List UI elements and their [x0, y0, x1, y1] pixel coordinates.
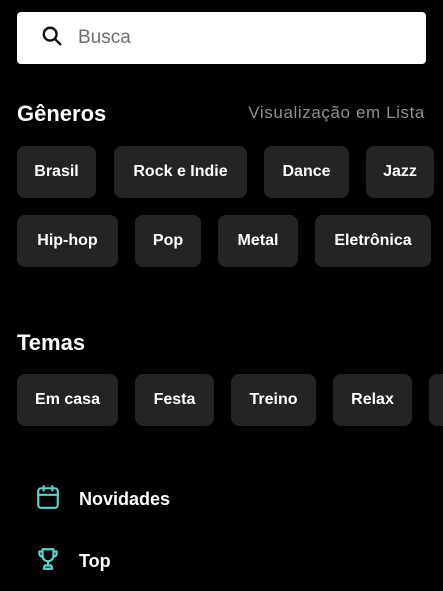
theme-chip-partial[interactable] [429, 374, 443, 426]
genre-chip-hip-hop[interactable]: Hip-hop [17, 215, 118, 267]
genre-chip-metal[interactable]: Metal [218, 215, 298, 267]
theme-chip-festa[interactable]: Festa [135, 374, 214, 426]
search-icon [41, 25, 63, 52]
search-bar[interactable] [17, 12, 426, 64]
genre-chip-jazz[interactable]: Jazz [366, 146, 434, 198]
theme-chip-relax[interactable]: Relax [333, 374, 412, 426]
nav-item-top[interactable]: Top [17, 546, 111, 577]
search-input[interactable] [78, 27, 378, 49]
genre-chip-eletronica[interactable]: Eletrônica [315, 215, 431, 267]
themes-title: Temas [17, 330, 86, 355]
calendar-icon [35, 484, 61, 515]
genre-chip-brasil[interactable]: Brasil [17, 146, 96, 198]
genre-chip-pop[interactable]: Pop [135, 215, 201, 267]
genres-title: Gêneros [17, 101, 107, 126]
list-view-link[interactable]: Visualização em Lista [248, 103, 425, 123]
theme-chip-treino[interactable]: Treino [231, 374, 316, 426]
genre-chip-rock-indie[interactable]: Rock e Indie [114, 146, 247, 198]
genre-chip-dance[interactable]: Dance [264, 146, 349, 198]
nav-item-novidades[interactable]: Novidades [17, 484, 170, 515]
theme-chip-em-casa[interactable]: Em casa [17, 374, 118, 426]
screen: Gêneros Visualização em Lista Brasil Roc… [0, 0, 443, 591]
nav-label-top: Top [79, 551, 111, 571]
trophy-icon [35, 546, 61, 577]
nav-label-novidades: Novidades [79, 489, 171, 509]
